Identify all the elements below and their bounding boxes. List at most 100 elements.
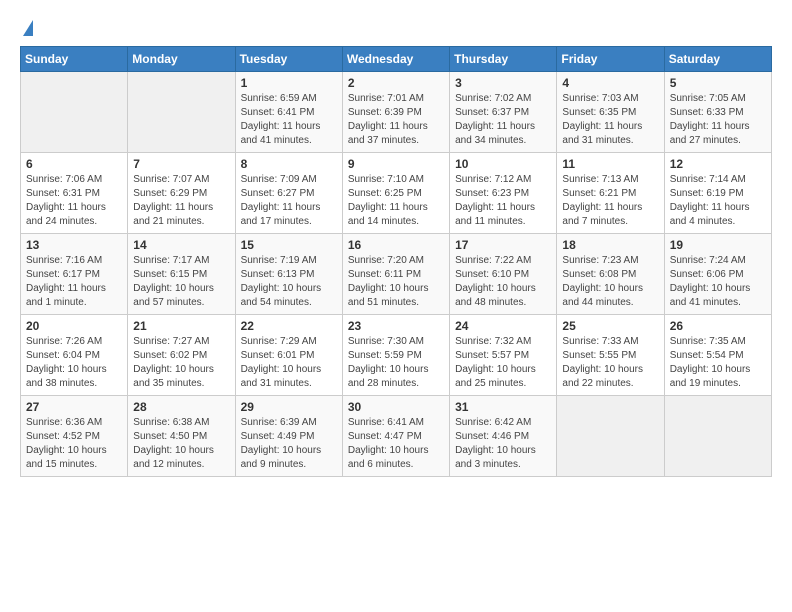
calendar-cell: 24 Sunrise: 7:32 AM Sunset: 5:57 PM Dayli… [450, 315, 557, 396]
day-detail: Sunrise: 6:42 AM Sunset: 4:46 PM Dayligh… [455, 416, 551, 472]
day-number: 31 [455, 400, 551, 414]
day-number: 2 [348, 76, 444, 90]
calendar-cell [128, 72, 235, 153]
calendar-cell: 16 Sunrise: 7:20 AM Sunset: 6:11 PM Dayli… [342, 234, 449, 315]
calendar-cell: 25 Sunrise: 7:33 AM Sunset: 5:55 PM Dayli… [557, 315, 664, 396]
calendar-cell: 6 Sunrise: 7:06 AM Sunset: 6:31 PM Daylig… [21, 153, 128, 234]
calendar-cell [557, 396, 664, 477]
calendar-week-5: 27 Sunrise: 6:36 AM Sunset: 4:52 PM Dayli… [21, 396, 772, 477]
calendar-cell [664, 396, 771, 477]
day-detail: Sunrise: 7:16 AM Sunset: 6:17 PM Dayligh… [26, 254, 122, 310]
day-detail: Sunrise: 7:02 AM Sunset: 6:37 PM Dayligh… [455, 92, 551, 148]
day-detail: Sunrise: 7:10 AM Sunset: 6:25 PM Dayligh… [348, 173, 444, 229]
day-detail: Sunrise: 7:22 AM Sunset: 6:10 PM Dayligh… [455, 254, 551, 310]
day-number: 6 [26, 157, 122, 171]
day-number: 19 [670, 238, 766, 252]
day-detail: Sunrise: 6:41 AM Sunset: 4:47 PM Dayligh… [348, 416, 444, 472]
calendar-week-2: 6 Sunrise: 7:06 AM Sunset: 6:31 PM Daylig… [21, 153, 772, 234]
day-detail: Sunrise: 6:59 AM Sunset: 6:41 PM Dayligh… [241, 92, 337, 148]
day-header-sunday: Sunday [21, 47, 128, 72]
day-detail: Sunrise: 7:27 AM Sunset: 6:02 PM Dayligh… [133, 335, 229, 391]
day-number: 27 [26, 400, 122, 414]
day-detail: Sunrise: 7:23 AM Sunset: 6:08 PM Dayligh… [562, 254, 658, 310]
day-number: 13 [26, 238, 122, 252]
day-number: 23 [348, 319, 444, 333]
day-number: 14 [133, 238, 229, 252]
day-detail: Sunrise: 7:13 AM Sunset: 6:21 PM Dayligh… [562, 173, 658, 229]
logo [20, 20, 33, 36]
day-header-saturday: Saturday [664, 47, 771, 72]
day-detail: Sunrise: 7:20 AM Sunset: 6:11 PM Dayligh… [348, 254, 444, 310]
calendar-cell: 13 Sunrise: 7:16 AM Sunset: 6:17 PM Dayli… [21, 234, 128, 315]
day-detail: Sunrise: 7:12 AM Sunset: 6:23 PM Dayligh… [455, 173, 551, 229]
calendar-cell: 5 Sunrise: 7:05 AM Sunset: 6:33 PM Daylig… [664, 72, 771, 153]
day-number: 5 [670, 76, 766, 90]
day-detail: Sunrise: 7:19 AM Sunset: 6:13 PM Dayligh… [241, 254, 337, 310]
calendar-cell: 23 Sunrise: 7:30 AM Sunset: 5:59 PM Dayli… [342, 315, 449, 396]
calendar-cell: 11 Sunrise: 7:13 AM Sunset: 6:21 PM Dayli… [557, 153, 664, 234]
day-number: 22 [241, 319, 337, 333]
day-number: 25 [562, 319, 658, 333]
calendar-cell: 21Sunrise: 7:27 AM Sunset: 6:02 PM Dayli… [128, 315, 235, 396]
calendar-week-4: 20Sunrise: 7:26 AM Sunset: 6:04 PM Dayli… [21, 315, 772, 396]
calendar-table: SundayMondayTuesdayWednesdayThursdayFrid… [20, 46, 772, 477]
day-number: 12 [670, 157, 766, 171]
day-number: 28 [133, 400, 229, 414]
day-number: 30 [348, 400, 444, 414]
day-number: 24 [455, 319, 551, 333]
calendar-cell: 9 Sunrise: 7:10 AM Sunset: 6:25 PM Daylig… [342, 153, 449, 234]
day-detail: Sunrise: 6:36 AM Sunset: 4:52 PM Dayligh… [26, 416, 122, 472]
day-detail: Sunrise: 6:39 AM Sunset: 4:49 PM Dayligh… [241, 416, 337, 472]
day-number: 26 [670, 319, 766, 333]
day-number: 1 [241, 76, 337, 90]
calendar-cell: 7 Sunrise: 7:07 AM Sunset: 6:29 PM Daylig… [128, 153, 235, 234]
day-header-thursday: Thursday [450, 47, 557, 72]
day-number: 15 [241, 238, 337, 252]
day-header-wednesday: Wednesday [342, 47, 449, 72]
day-detail: Sunrise: 7:17 AM Sunset: 6:15 PM Dayligh… [133, 254, 229, 310]
calendar-cell: 14 Sunrise: 7:17 AM Sunset: 6:15 PM Dayli… [128, 234, 235, 315]
day-number: 17 [455, 238, 551, 252]
calendar-cell: 8Sunrise: 7:09 AM Sunset: 6:27 PM Daylig… [235, 153, 342, 234]
day-number: 18 [562, 238, 658, 252]
calendar-cell: 28Sunrise: 6:38 AM Sunset: 4:50 PM Dayli… [128, 396, 235, 477]
calendar-cell: 3 Sunrise: 7:02 AM Sunset: 6:37 PM Daylig… [450, 72, 557, 153]
calendar-cell: 2 Sunrise: 7:01 AM Sunset: 6:39 PM Daylig… [342, 72, 449, 153]
day-number: 3 [455, 76, 551, 90]
day-detail: Sunrise: 7:35 AM Sunset: 5:54 PM Dayligh… [670, 335, 766, 391]
calendar-cell: 1 Sunrise: 6:59 AM Sunset: 6:41 PM Daylig… [235, 72, 342, 153]
calendar-cell: 17 Sunrise: 7:22 AM Sunset: 6:10 PM Dayli… [450, 234, 557, 315]
day-detail: Sunrise: 7:30 AM Sunset: 5:59 PM Dayligh… [348, 335, 444, 391]
day-detail: Sunrise: 7:01 AM Sunset: 6:39 PM Dayligh… [348, 92, 444, 148]
day-detail: Sunrise: 7:26 AM Sunset: 6:04 PM Dayligh… [26, 335, 122, 391]
calendar-week-1: 1 Sunrise: 6:59 AM Sunset: 6:41 PM Daylig… [21, 72, 772, 153]
day-number: 4 [562, 76, 658, 90]
calendar-cell: 30 Sunrise: 6:41 AM Sunset: 4:47 PM Dayli… [342, 396, 449, 477]
calendar-cell: 10Sunrise: 7:12 AM Sunset: 6:23 PM Dayli… [450, 153, 557, 234]
day-number: 29 [241, 400, 337, 414]
calendar-cell: 19Sunrise: 7:24 AM Sunset: 6:06 PM Dayli… [664, 234, 771, 315]
day-header-monday: Monday [128, 47, 235, 72]
calendar-cell: 15 Sunrise: 7:19 AM Sunset: 6:13 PM Dayli… [235, 234, 342, 315]
day-detail: Sunrise: 7:05 AM Sunset: 6:33 PM Dayligh… [670, 92, 766, 148]
day-number: 11 [562, 157, 658, 171]
calendar-cell: 18 Sunrise: 7:23 AM Sunset: 6:08 PM Dayli… [557, 234, 664, 315]
day-detail: Sunrise: 7:32 AM Sunset: 5:57 PM Dayligh… [455, 335, 551, 391]
day-detail: Sunrise: 7:07 AM Sunset: 6:29 PM Dayligh… [133, 173, 229, 229]
calendar-cell: 29 Sunrise: 6:39 AM Sunset: 4:49 PM Dayli… [235, 396, 342, 477]
calendar-cell: 26 Sunrise: 7:35 AM Sunset: 5:54 PM Dayli… [664, 315, 771, 396]
day-detail: Sunrise: 7:03 AM Sunset: 6:35 PM Dayligh… [562, 92, 658, 148]
calendar-cell: 4 Sunrise: 7:03 AM Sunset: 6:35 PM Daylig… [557, 72, 664, 153]
day-number: 7 [133, 157, 229, 171]
day-detail: Sunrise: 7:06 AM Sunset: 6:31 PM Dayligh… [26, 173, 122, 229]
day-detail: Sunrise: 7:29 AM Sunset: 6:01 PM Dayligh… [241, 335, 337, 391]
calendar-cell: 22 Sunrise: 7:29 AM Sunset: 6:01 PM Dayli… [235, 315, 342, 396]
calendar-cell: 27 Sunrise: 6:36 AM Sunset: 4:52 PM Dayli… [21, 396, 128, 477]
day-header-friday: Friday [557, 47, 664, 72]
day-detail: Sunrise: 7:14 AM Sunset: 6:19 PM Dayligh… [670, 173, 766, 229]
day-number: 16 [348, 238, 444, 252]
day-detail: Sunrise: 7:09 AM Sunset: 6:27 PM Dayligh… [241, 173, 337, 229]
day-number: 9 [348, 157, 444, 171]
calendar-cell [21, 72, 128, 153]
day-detail: Sunrise: 7:33 AM Sunset: 5:55 PM Dayligh… [562, 335, 658, 391]
